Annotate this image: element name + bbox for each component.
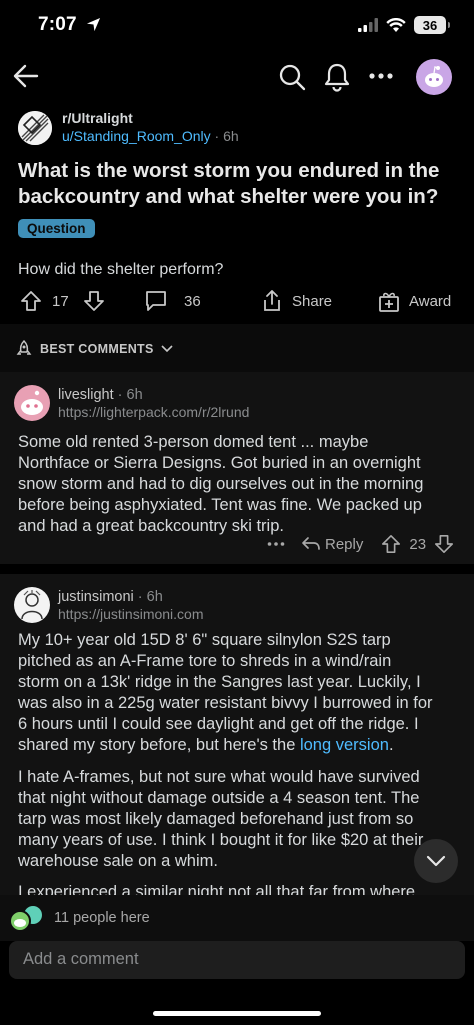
comment-age: 6h xyxy=(126,387,143,403)
wifi-icon xyxy=(386,17,406,32)
comment-line: I experienced a similar night not all th… xyxy=(18,883,416,895)
comment-paragraph: I hate A-frames, but not sure what would… xyxy=(18,767,464,872)
post-vote-count: 17 xyxy=(52,292,69,310)
comment-author-line: justinsimoni · 6h xyxy=(58,589,163,605)
add-comment-input[interactable]: Add a comment xyxy=(9,941,465,979)
comment-line: Some old rented 3-person domed tent ... … xyxy=(18,433,369,451)
comment-author-line: liveslight · 6h xyxy=(58,387,143,403)
post-title: What is the worst storm you endured in t… xyxy=(18,159,440,208)
comment-count: 36 xyxy=(184,292,201,310)
post-body: How did the shelter perform? xyxy=(18,261,224,278)
comment-paragraph-partial: I experienced a similar night not all th… xyxy=(18,882,464,895)
scroll-down-button[interactable] xyxy=(414,839,458,883)
subreddit-label[interactable]: r/Ultralight xyxy=(62,110,133,126)
post-flair[interactable]: Question xyxy=(18,219,95,238)
award-gift-icon[interactable] xyxy=(377,289,401,313)
search-button[interactable] xyxy=(278,63,306,91)
long-version-link[interactable]: long version xyxy=(300,736,389,754)
more-horizontal-icon[interactable] xyxy=(369,72,393,80)
bell-icon[interactable] xyxy=(323,62,351,92)
comment-line: My 10+ year old 15D 8' 6" square silnylo… xyxy=(18,631,391,649)
snoo-avatar-icon xyxy=(21,390,43,415)
comment-line: 6 hours until I could see daylight and g… xyxy=(18,715,419,733)
separator-dot: · xyxy=(214,128,224,144)
award-button[interactable]: Award xyxy=(377,289,451,313)
location-arrow-icon xyxy=(87,17,101,32)
comment-text: . xyxy=(388,736,394,754)
arrow-left-icon[interactable] xyxy=(12,62,40,90)
comment-author[interactable]: liveslight xyxy=(58,387,114,403)
notifications-button[interactable] xyxy=(323,62,351,92)
rocket-icon xyxy=(16,339,32,355)
share-label: Share xyxy=(292,292,333,310)
presence-avatars xyxy=(9,905,45,933)
comment-icon[interactable] xyxy=(144,290,168,312)
comment-line: snow storm and had to dig ourselves out … xyxy=(18,475,424,493)
sort-comments-button[interactable]: BEST COMMENTS xyxy=(14,339,174,359)
back-button[interactable] xyxy=(12,62,40,90)
comment-line: pitched as an A-Frame tore to shreds in … xyxy=(18,652,392,670)
search-icon[interactable] xyxy=(278,63,306,91)
presence-text: 11 people here xyxy=(54,910,150,926)
snoo-avatar-icon xyxy=(425,66,443,87)
comments-button[interactable]: 36 xyxy=(144,290,201,312)
comment-text: shared my story before, but here's the xyxy=(18,736,300,754)
subreddit-logo-icon xyxy=(18,111,52,145)
comment-line: storm on a 13k' ridge in the Sangres las… xyxy=(18,673,421,691)
separator-dot: · xyxy=(137,589,147,605)
comment-avatar[interactable] xyxy=(14,385,50,421)
reply-label: Reply xyxy=(325,535,364,553)
comment-vote-count: 23 xyxy=(409,535,427,553)
user-portrait-icon xyxy=(21,590,43,620)
user-avatar[interactable] xyxy=(416,59,452,95)
comment-line: that night without damage outside a 4 se… xyxy=(18,789,420,807)
comment-line: warehouse sale on a whim. xyxy=(18,852,218,870)
comment-user-flair: https://justinsimoni.com xyxy=(58,606,204,622)
upvote-icon[interactable] xyxy=(381,534,401,554)
comment-line: was also in a 225g water resistant bivvy… xyxy=(18,694,433,712)
subreddit-name[interactable]: r/Ultralight xyxy=(62,110,133,126)
separator-dot: · xyxy=(117,387,127,403)
share-button[interactable]: Share xyxy=(260,289,332,313)
award-label: Award xyxy=(409,292,452,310)
comment-user-flair: https://lighterpack.com/r/2lrund xyxy=(58,404,250,420)
share-icon[interactable] xyxy=(260,289,284,313)
comment-line: many years of use. I think I bought it f… xyxy=(18,831,424,849)
cellular-signal-icon xyxy=(358,18,378,32)
home-indicator xyxy=(153,1011,321,1016)
comment-line: shared my story before, but here's the l… xyxy=(18,735,464,756)
reply-icon xyxy=(302,537,320,550)
comment-body: My 10+ year old 15D 8' 6" square silnylo… xyxy=(18,630,464,756)
more-options-button[interactable] xyxy=(369,72,393,80)
reply-button[interactable]: Reply xyxy=(301,535,363,553)
more-horizontal-icon[interactable] xyxy=(267,541,285,547)
chevron-down-icon xyxy=(161,345,173,353)
upvote-icon[interactable] xyxy=(20,290,42,312)
avatar-stack-icon xyxy=(9,906,42,932)
subreddit-icon[interactable] xyxy=(18,111,52,145)
status-time: 7:07 xyxy=(38,14,101,36)
post-author[interactable]: u/Standing_Room_Only xyxy=(62,128,211,144)
comment-line: tarp was most likely damaged beforehand … xyxy=(18,810,414,828)
comment-age: 6h xyxy=(146,589,163,605)
battery-indicator: 36 xyxy=(414,16,450,34)
comment-avatar[interactable] xyxy=(14,587,50,623)
downvote-icon[interactable] xyxy=(83,290,105,312)
post-age: 6h xyxy=(223,128,239,144)
comment-line: Northface or Sierra Designs. Got buried … xyxy=(18,454,421,472)
post-vote-bar: 17 xyxy=(20,290,105,312)
chevron-down-icon[interactable] xyxy=(426,855,446,867)
comment-line: before being asphyxiated. Tent was fine.… xyxy=(18,496,422,514)
comment-line: I hate A-frames, but not sure what would… xyxy=(18,768,420,786)
comment-actions: Reply 23 xyxy=(267,534,454,554)
status-indicators: 36 xyxy=(358,16,450,34)
sort-label: BEST COMMENTS xyxy=(40,342,154,356)
downvote-icon[interactable] xyxy=(434,534,454,554)
post-author-line: u/Standing_Room_Only · 6h xyxy=(62,128,239,144)
comment-author[interactable]: justinsimoni xyxy=(58,589,134,605)
comment-body: Some old rented 3-person domed tent ... … xyxy=(18,432,464,537)
